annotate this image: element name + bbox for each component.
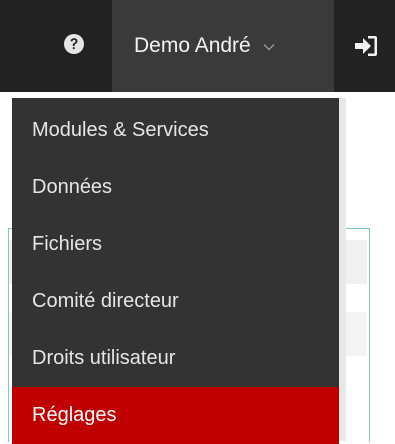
user-menu-toggle[interactable]: Demo André xyxy=(112,0,334,92)
top-navbar: Demo André xyxy=(0,0,395,92)
dropdown-edge xyxy=(339,98,346,441)
menu-item-label: Réglages xyxy=(32,404,117,426)
menu-item-comite-directeur[interactable]: Comité directeur xyxy=(12,273,339,330)
menu-item-reglages[interactable]: Réglages xyxy=(12,387,339,444)
menu-item-fichiers[interactable]: Fichiers xyxy=(12,216,339,273)
menu-item-label: Données xyxy=(32,176,113,198)
menu-item-label: Droits utilisateur xyxy=(32,347,176,369)
question-circle-icon[interactable] xyxy=(62,32,86,56)
menu-item-label: Modules & Services xyxy=(32,119,209,141)
sign-in-icon[interactable] xyxy=(352,32,380,60)
menu-item-donnees[interactable]: Données xyxy=(12,159,339,216)
menu-item-label: Fichiers xyxy=(32,233,103,255)
user-name: Demo André xyxy=(134,34,251,57)
menu-item-label: Comité directeur xyxy=(32,290,179,312)
chevron-down-icon xyxy=(263,43,275,51)
menu-item-modules-services[interactable]: Modules & Services xyxy=(12,102,339,159)
user-dropdown-menu: Modules & Services Données Fichiers Comi… xyxy=(12,98,339,444)
menu-item-droits-utilisateur[interactable]: Droits utilisateur xyxy=(12,330,339,387)
